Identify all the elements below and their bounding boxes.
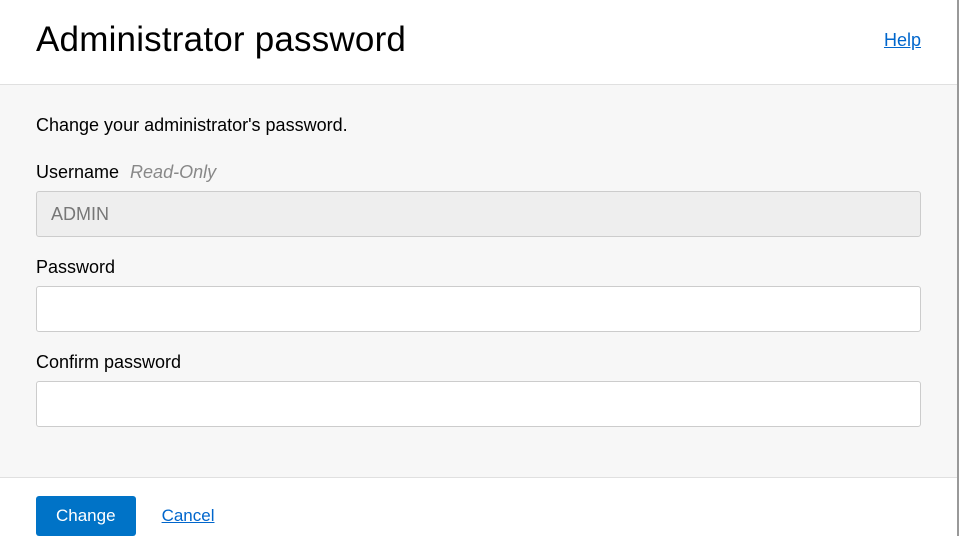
username-label-text: Username	[36, 162, 119, 182]
help-link[interactable]: Help	[884, 30, 921, 51]
password-input[interactable]	[36, 286, 921, 332]
page-header: Administrator password Help	[0, 0, 957, 85]
form-footer: Change Cancel	[0, 478, 957, 554]
username-input	[36, 191, 921, 237]
username-hint: Read-Only	[130, 162, 216, 182]
confirm-password-input[interactable]	[36, 381, 921, 427]
confirm-password-label: Confirm password	[36, 352, 921, 373]
password-field-group: Password	[36, 257, 921, 332]
password-label: Password	[36, 257, 921, 278]
cancel-link[interactable]: Cancel	[162, 506, 215, 526]
form-body: Change your administrator's password. Us…	[0, 85, 957, 478]
change-button[interactable]: Change	[36, 496, 136, 536]
username-field-group: Username Read-Only	[36, 162, 921, 237]
username-label: Username Read-Only	[36, 162, 921, 183]
form-description: Change your administrator's password.	[36, 115, 921, 136]
confirm-password-field-group: Confirm password	[36, 352, 921, 427]
page-title: Administrator password	[36, 20, 406, 60]
